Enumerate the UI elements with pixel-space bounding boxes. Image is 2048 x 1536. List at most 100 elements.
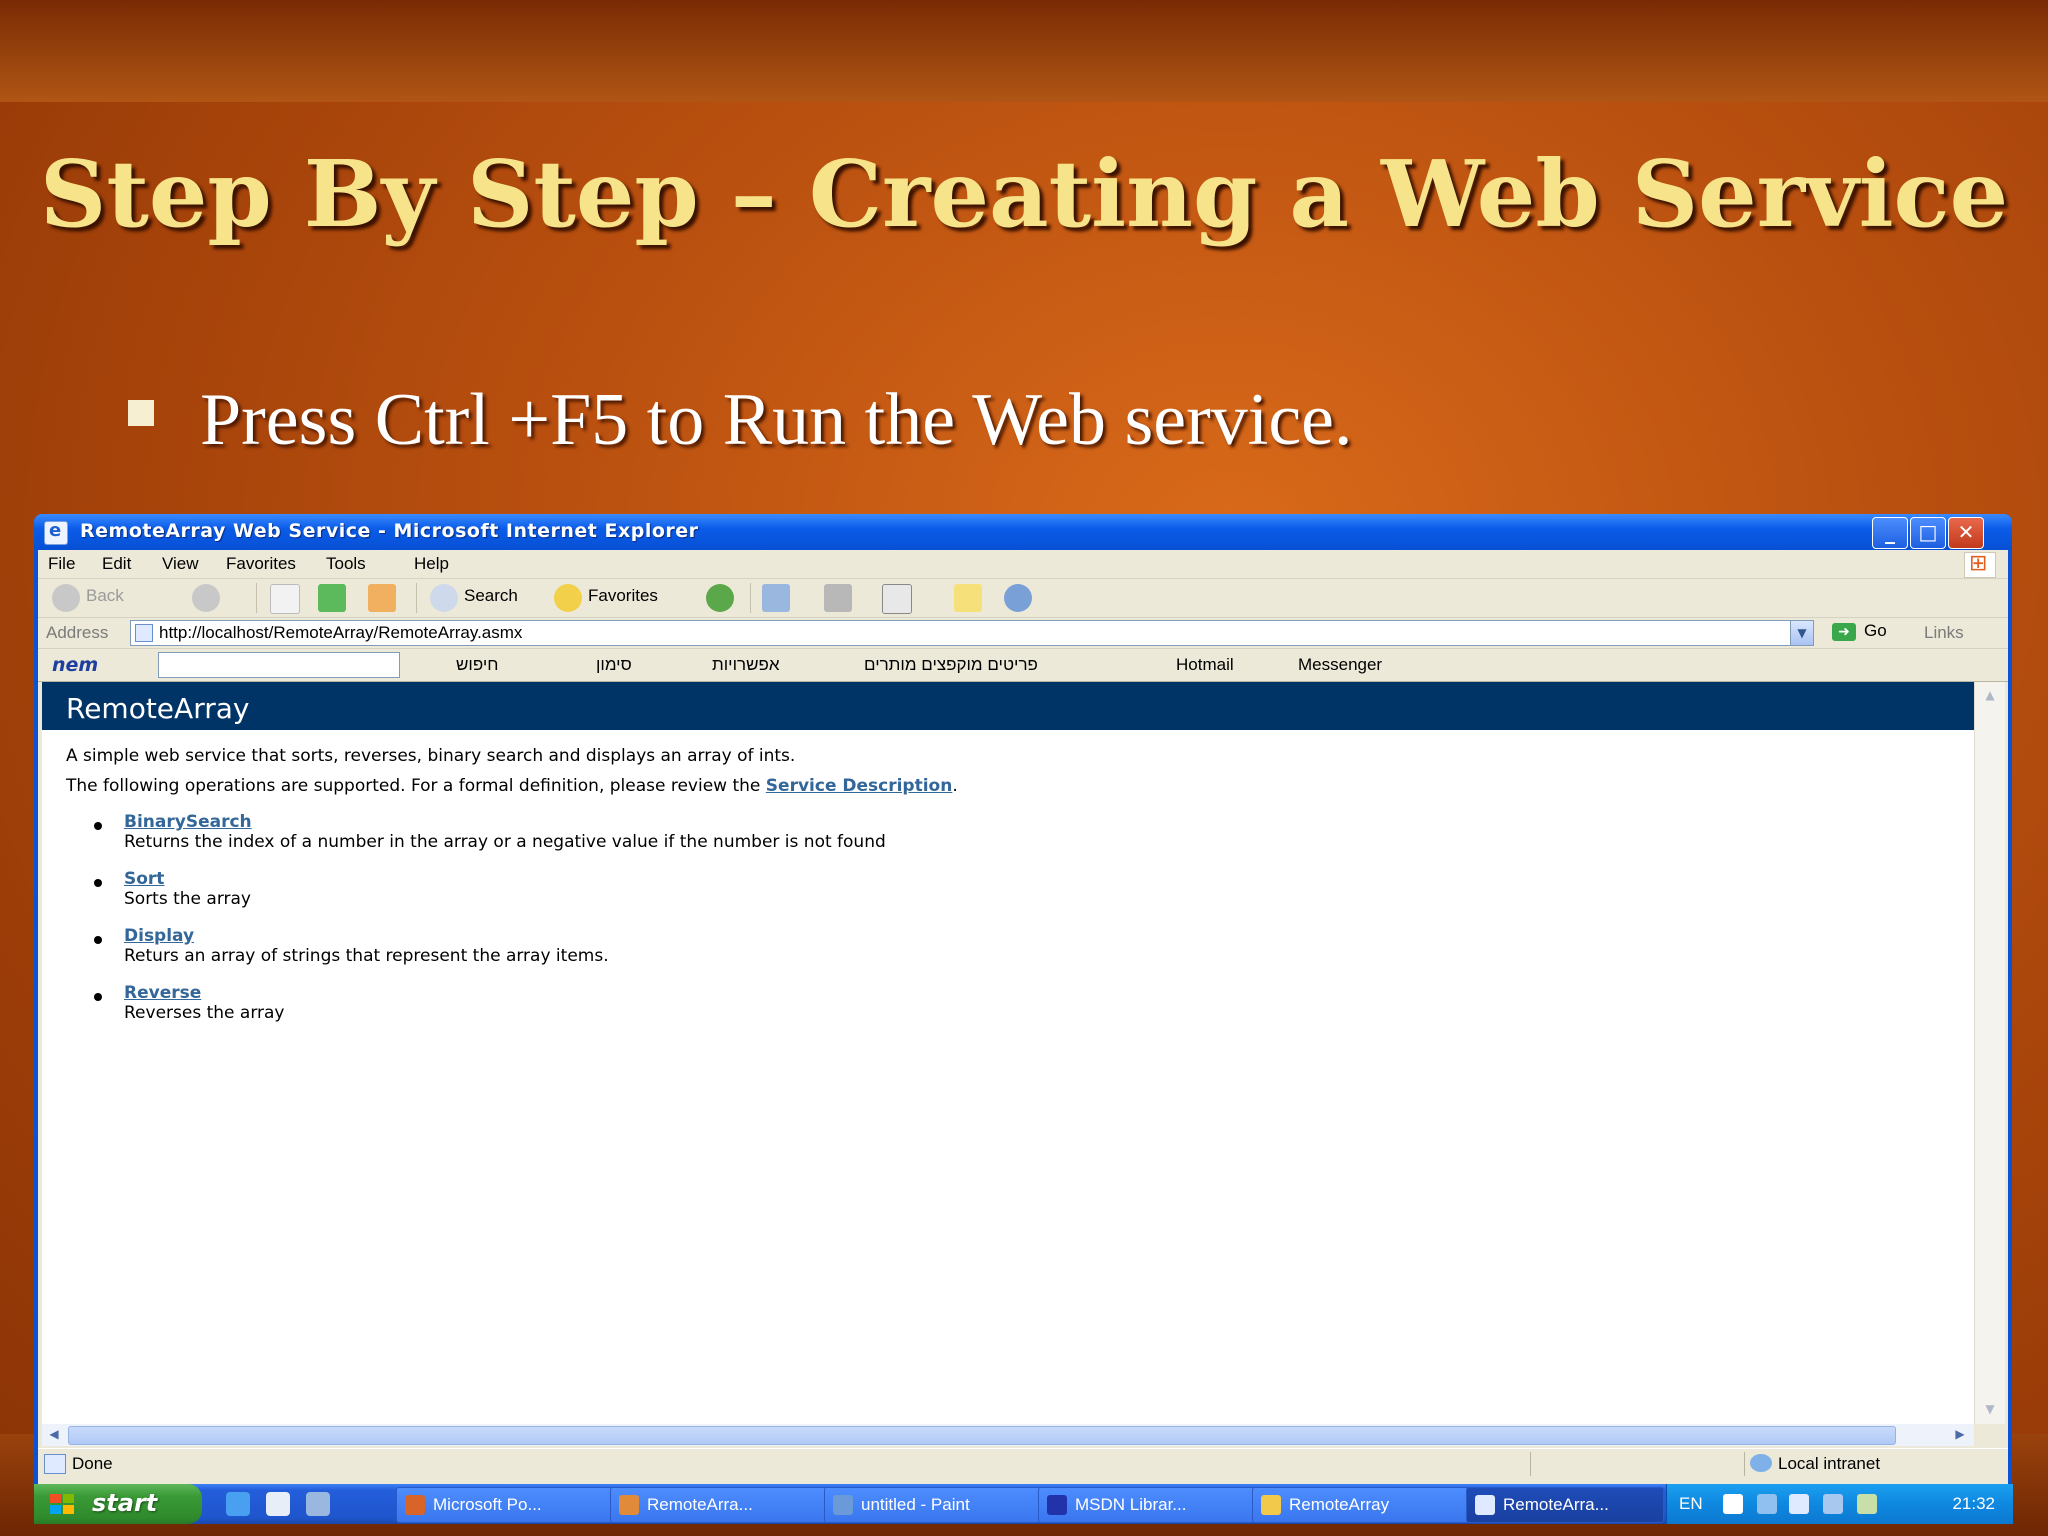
media-icon[interactable] (1789, 1494, 1809, 1514)
walla-search-input[interactable] (158, 652, 400, 678)
scroll-right-icon[interactable]: ▶ (1950, 1425, 1970, 1444)
print-icon[interactable] (824, 584, 852, 612)
links-item-search[interactable]: חיפוש (456, 655, 498, 675)
intro-text: A simple web service that sorts, reverse… (66, 746, 796, 766)
help-tray-icon[interactable] (1723, 1494, 1743, 1514)
supported-text: The following operations are supported. … (66, 776, 958, 796)
go-button[interactable]: Go (1864, 621, 1887, 641)
operation-desc: Returs an array of strings that represen… (124, 946, 609, 966)
links-item-popups[interactable]: פריטים מוקפצים מותרים (864, 655, 1038, 675)
scroll-up-icon[interactable]: ▲ (1979, 684, 2001, 706)
history-icon[interactable] (706, 584, 734, 612)
intranet-zone-icon (1750, 1454, 1772, 1472)
toolbar-separator (256, 583, 257, 613)
network-icon[interactable] (1757, 1494, 1777, 1514)
scroll-left-icon[interactable]: ◀ (44, 1425, 64, 1444)
page-status-icon (44, 1454, 66, 1474)
system-tray: EN 21:32 (1666, 1484, 2013, 1524)
language-indicator[interactable]: EN (1679, 1494, 1703, 1514)
walla-logo[interactable]: nem (52, 654, 98, 676)
messenger-icon[interactable] (1004, 584, 1032, 612)
forward-arrow-icon[interactable] (192, 584, 220, 612)
taskbar-item[interactable]: RemoteArray (1252, 1487, 1480, 1523)
back-button[interactable]: Back (86, 586, 124, 606)
wireless-icon[interactable] (1823, 1494, 1843, 1514)
menu-help[interactable]: Help (414, 554, 449, 574)
links-item-messenger[interactable]: Messenger (1298, 655, 1382, 675)
taskbar-item-active[interactable]: RemoteArra... (1466, 1487, 1664, 1523)
edit-icon[interactable] (882, 584, 912, 614)
menu-file[interactable]: File (48, 554, 75, 574)
scroll-down-icon[interactable]: ▼ (1979, 1398, 2001, 1420)
service-description-link[interactable]: Service Description (766, 776, 953, 796)
page-content: RemoteArray A simple web service that so… (42, 682, 1974, 1424)
taskbar-item[interactable]: untitled - Paint (824, 1487, 1052, 1523)
safely-remove-icon[interactable] (1857, 1494, 1877, 1514)
operation-link-reverse[interactable]: Reverse (124, 983, 201, 1003)
status-bar: Done Local intranet (38, 1448, 2008, 1479)
list-bullet (94, 936, 102, 944)
window-title: RemoteArray Web Service - Microsoft Inte… (80, 520, 699, 542)
taskbar-item[interactable]: Microsoft Po... (396, 1487, 624, 1523)
quicklaunch-app-icon[interactable] (306, 1492, 330, 1516)
back-arrow-icon[interactable] (52, 584, 80, 612)
list-bullet (94, 993, 102, 1001)
window-titlebar[interactable]: RemoteArray Web Service - Microsoft Inte… (34, 514, 2012, 550)
search-icon[interactable] (430, 584, 458, 612)
operation-link-binarysearch[interactable]: BinarySearch (124, 812, 252, 832)
scroll-thumb[interactable] (68, 1426, 1896, 1445)
ie-page-icon (1475, 1495, 1495, 1515)
status-divider (1744, 1452, 1745, 1476)
address-label: Address (46, 623, 109, 642)
list-bullet (94, 879, 102, 887)
operation-desc: Sorts the array (124, 889, 251, 909)
links-item-mark[interactable]: סימון (596, 655, 632, 675)
window-client: File Edit View Favorites Tools Help Back… (38, 550, 2008, 1484)
chevron-down-icon[interactable]: ▼ (1790, 621, 1813, 645)
standard-toolbar: Back Search Favorites (38, 579, 2008, 618)
minimize-button[interactable]: _ (1872, 517, 1908, 549)
slide-title: Step By Step – Creating a Web Service (39, 140, 2009, 248)
operation-link-sort[interactable]: Sort (124, 869, 164, 889)
favorites-star-icon[interactable] (554, 584, 582, 612)
quicklaunch-desktop-icon[interactable] (266, 1492, 290, 1516)
operation-desc: Reverses the array (124, 1003, 285, 1023)
menu-tools[interactable]: Tools (326, 554, 366, 574)
status-text: Done (72, 1454, 113, 1473)
search-button[interactable]: Search (464, 586, 518, 606)
help-icon (1047, 1495, 1067, 1515)
links-button[interactable]: Links (1924, 623, 1964, 643)
mail-icon[interactable] (762, 584, 790, 612)
address-input[interactable]: http://localhost/RemoteArray/RemoteArray… (130, 620, 1814, 646)
favorites-button[interactable]: Favorites (588, 586, 658, 606)
menu-view[interactable]: View (162, 554, 199, 574)
supported-prefix: The following operations are supported. … (66, 776, 761, 796)
taskbar-item-label: untitled - Paint (861, 1495, 970, 1514)
taskbar-item[interactable]: MSDN Librar... (1038, 1487, 1266, 1523)
maximize-button[interactable]: □ (1910, 517, 1946, 549)
start-button[interactable]: start (34, 1484, 202, 1524)
bullet-marker (128, 400, 154, 426)
close-button[interactable]: ✕ (1948, 517, 1984, 549)
taskbar-item[interactable]: RemoteArra... (610, 1487, 838, 1523)
page-icon (135, 624, 153, 642)
address-url: http://localhost/RemoteArray/RemoteArray… (159, 623, 523, 642)
horizontal-scrollbar[interactable]: ◀ ▶ (42, 1424, 1974, 1446)
refresh-icon[interactable] (318, 584, 346, 612)
taskbar-item-label: RemoteArra... (1503, 1495, 1609, 1514)
taskbar-item-label: RemoteArray (1289, 1495, 1390, 1514)
quicklaunch-ie-icon[interactable] (226, 1492, 250, 1516)
menu-edit[interactable]: Edit (102, 554, 131, 574)
menu-favorites[interactable]: Favorites (226, 554, 296, 574)
links-item-options[interactable]: אפשרויות (712, 655, 780, 675)
vertical-scrollbar[interactable]: ▲ ▼ (1974, 682, 2005, 1424)
links-item-hotmail[interactable]: Hotmail (1176, 655, 1234, 675)
address-bar: Address http://localhost/RemoteArray/Rem… (38, 618, 2008, 649)
stop-icon[interactable] (270, 584, 300, 614)
clock[interactable]: 21:32 (1952, 1494, 1995, 1514)
go-arrow-icon[interactable]: ➜ (1832, 623, 1856, 641)
operation-link-display[interactable]: Display (124, 926, 194, 946)
discuss-icon[interactable] (954, 584, 982, 612)
folder-icon (1261, 1495, 1281, 1515)
home-icon[interactable] (368, 584, 396, 612)
